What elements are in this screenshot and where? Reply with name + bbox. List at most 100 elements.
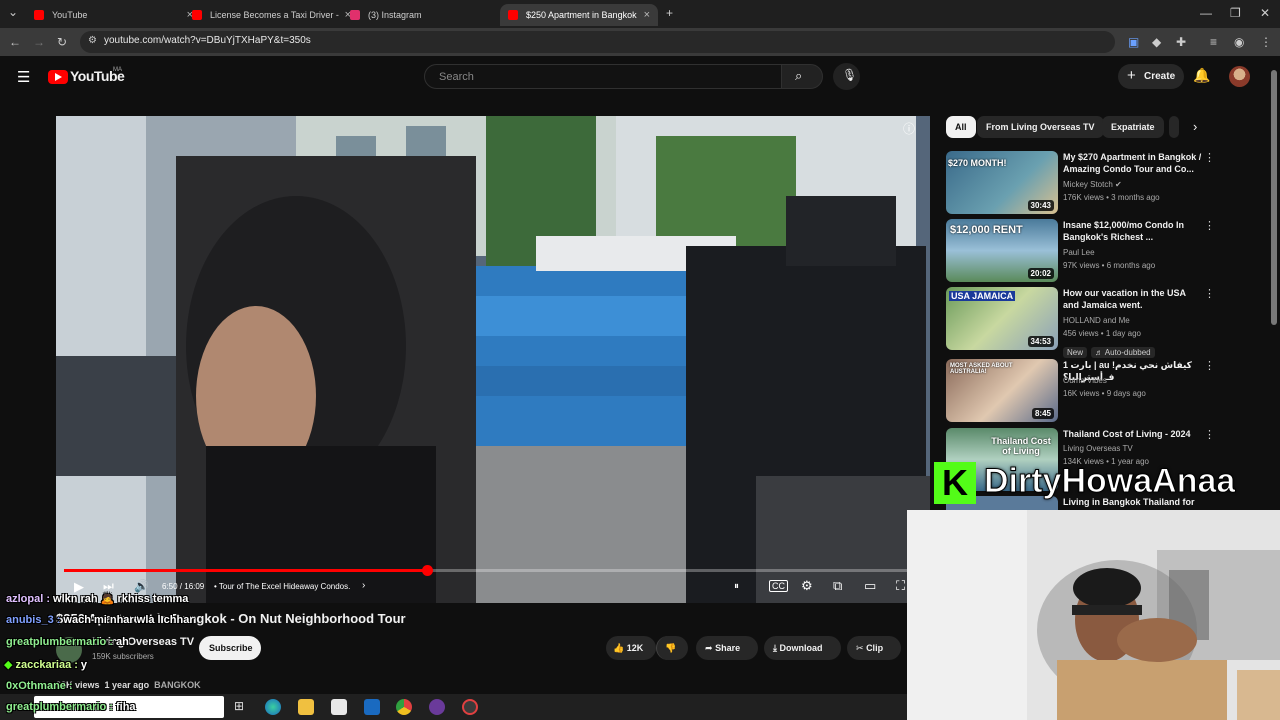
notifications-bell-icon[interactable]: 🔔 xyxy=(1193,67,1210,84)
tab-taxi-video[interactable]: License Becomes a Taxi Driver - × xyxy=(184,4,359,26)
video-title[interactable]: Insane $12,000/mo Condo In Bangkok's Ric… xyxy=(1063,219,1203,243)
thumbnail-caption: USA JAMAICA xyxy=(949,291,1016,301)
chat-username[interactable]: 0xOthmane : xyxy=(6,680,73,692)
chip-more[interactable] xyxy=(1169,116,1179,138)
chevron-right-icon[interactable]: › xyxy=(1193,119,1197,134)
menu-kebab-icon[interactable]: ⋮ xyxy=(1260,35,1272,49)
subtitles-icon[interactable]: CC xyxy=(769,580,788,592)
new-tab-icon[interactable]: + xyxy=(666,6,673,20)
close-icon[interactable]: × xyxy=(644,9,650,21)
chat-username[interactable]: anubis_3 : xyxy=(6,614,60,626)
channel-name[interactable]: Living Overseas TV xyxy=(1063,444,1133,453)
file-explorer-icon[interactable] xyxy=(298,699,314,715)
store-icon[interactable] xyxy=(331,699,347,715)
video-thumbnail[interactable]: USA JAMAICA 34:53 xyxy=(946,287,1058,350)
channel-name[interactable]: Mickey Stotch ✔ xyxy=(1063,180,1122,189)
video-player[interactable]: ⓘ ▶ ⏭ 🔊 6:50 / 16:09 • Tour of The Excel… xyxy=(56,116,930,603)
tab-youtube[interactable]: YouTube × xyxy=(26,4,201,26)
create-label: Create xyxy=(1144,71,1176,82)
search-icon: ⌕ xyxy=(795,68,803,83)
address-bar[interactable]: ⚙ youtube.com/watch?v=DBuYjTXHaPY&t=350s xyxy=(80,31,1115,53)
recommended-video[interactable]: $12,000 RENT 20:02 Insane $12,000/mo Con… xyxy=(946,219,1266,285)
tab-bangkok-video[interactable]: $250 Apartment in Bangkok - C × xyxy=(500,4,658,26)
channel-label: Mickey Stotch xyxy=(1063,180,1113,189)
recommended-video[interactable]: MOST ASKED ABOUT AUSTRALIA! 8:45 1 بارت … xyxy=(946,359,1266,425)
channel-name[interactable]: Ouma Vibes xyxy=(1063,376,1107,385)
user-avatar[interactable] xyxy=(1229,66,1250,87)
progress-bar[interactable] xyxy=(64,565,922,576)
video-thumbnail[interactable]: $270 MONTH! 30:43 xyxy=(946,151,1058,214)
profile-icon[interactable]: ◉ xyxy=(1234,35,1244,49)
video-title[interactable]: My $270 Apartment in Bangkok / Amazing C… xyxy=(1063,151,1203,175)
thumbs-up-icon: 👍 xyxy=(613,643,625,653)
info-icon[interactable]: ⓘ xyxy=(903,120,915,137)
like-button[interactable]: 👍 12K xyxy=(606,636,656,660)
dislike-button[interactable]: 👎 xyxy=(656,636,688,660)
reading-list-icon[interactable]: ≡ xyxy=(1210,35,1217,49)
subscribe-button[interactable]: Subscribe xyxy=(199,636,261,660)
close-window-icon[interactable]: ✕ xyxy=(1260,6,1270,20)
chat-text: wach mi nhar wla l chhar xyxy=(63,614,194,626)
tab-instagram[interactable]: (3) Instagram × xyxy=(342,4,517,26)
chrome-icon[interactable] xyxy=(396,699,412,715)
edge-browser-icon[interactable] xyxy=(265,699,281,715)
autoplay-toggle[interactable]: ⏸ xyxy=(734,581,739,592)
chapter-title[interactable]: • Tour of The Excel Hideaway Condos. xyxy=(214,582,350,591)
more-actions-icon[interactable]: ⋮ xyxy=(1204,287,1215,300)
chat-username[interactable]: greatplumbermario : xyxy=(6,636,113,648)
chapter-chevron-icon[interactable]: › xyxy=(362,580,365,591)
channel-name[interactable]: HOLLAND and Me xyxy=(1063,316,1130,325)
more-actions-icon[interactable]: ⋮ xyxy=(1204,219,1215,232)
miniplayer-icon[interactable]: ⧉ xyxy=(833,578,842,594)
minimize-icon[interactable]: — xyxy=(1200,6,1212,20)
chip-from-channel[interactable]: From Living Overseas TV xyxy=(977,116,1104,138)
chip-all[interactable]: All xyxy=(946,116,976,138)
more-actions-icon[interactable]: ⋮ xyxy=(1204,428,1215,441)
hashtag[interactable]: BANGKOK xyxy=(154,680,201,690)
download-label: Download xyxy=(779,643,823,653)
extensions-puzzle-icon[interactable]: ✚ xyxy=(1176,35,1186,49)
progress-played xyxy=(64,569,428,572)
kick-logo-icon: K xyxy=(934,462,976,504)
settings-gear-icon[interactable]: ⚙ xyxy=(801,578,813,594)
recommended-video[interactable]: $270 MONTH! 30:43 My $270 Apartment in B… xyxy=(946,151,1266,217)
clip-button[interactable]: ✂ Clip xyxy=(847,636,901,660)
share-button[interactable]: ➦ Share xyxy=(696,636,758,660)
voice-search-button[interactable]: 🎙 xyxy=(833,63,860,90)
theater-mode-icon[interactable]: ▭ xyxy=(864,578,876,594)
more-actions-icon[interactable]: ⋮ xyxy=(1204,151,1215,164)
tab-search-icon[interactable]: ⌄ xyxy=(8,5,18,19)
reload-icon[interactable]: ↻ xyxy=(57,35,67,49)
video-thumbnail[interactable]: MOST ASKED ABOUT AUSTRALIA! 8:45 xyxy=(946,359,1058,422)
outlook-icon[interactable] xyxy=(364,699,380,715)
site-info-icon[interactable]: ⚙ xyxy=(88,35,97,46)
search-input[interactable]: Search xyxy=(424,64,782,89)
extension-translate-icon[interactable]: ▣ xyxy=(1128,35,1139,49)
chip-expatriate[interactable]: Expatriate xyxy=(1102,116,1164,138)
restore-icon[interactable]: ❐ xyxy=(1230,6,1241,20)
channel-name[interactable]: Paul Lee xyxy=(1063,248,1095,257)
page-scrollbar[interactable] xyxy=(1271,70,1277,325)
obs-studio-icon[interactable] xyxy=(429,699,445,715)
chat-username[interactable]: zacckariaa : xyxy=(16,659,78,671)
recording-app-icon[interactable] xyxy=(462,699,478,715)
volume-icon[interactable]: 🔊 xyxy=(134,579,149,593)
webcam-overlay xyxy=(907,510,1280,720)
recommended-video[interactable]: USA JAMAICA 34:53 How our vacation in th… xyxy=(946,287,1266,358)
video-thumbnail[interactable]: $12,000 RENT 20:02 xyxy=(946,219,1058,282)
download-button[interactable]: ⤓ Download xyxy=(764,636,841,660)
forward-icon[interactable]: → xyxy=(33,35,45,49)
search-button[interactable]: ⌕ xyxy=(781,64,823,89)
chat-username[interactable]: greatplumbermario : xyxy=(6,701,113,713)
video-title[interactable]: Thailand Cost of Living - 2024 xyxy=(1063,428,1203,440)
task-view-icon[interactable]: ⊞ xyxy=(234,699,244,713)
back-icon[interactable]: ← xyxy=(9,35,21,49)
video-title[interactable]: How our vacation in the USA and Jamaica … xyxy=(1063,287,1203,311)
extension-diamond-icon[interactable]: ◆ xyxy=(1152,35,1161,49)
fullscreen-icon[interactable]: ⛶ xyxy=(896,578,905,594)
create-button[interactable]: + Create xyxy=(1118,64,1184,89)
youtube-favicon xyxy=(192,10,202,20)
hamburger-menu-icon[interactable]: ☰ xyxy=(17,68,30,86)
more-actions-icon[interactable]: ⋮ xyxy=(1204,359,1215,372)
chat-username[interactable]: azlopal : xyxy=(6,593,50,605)
